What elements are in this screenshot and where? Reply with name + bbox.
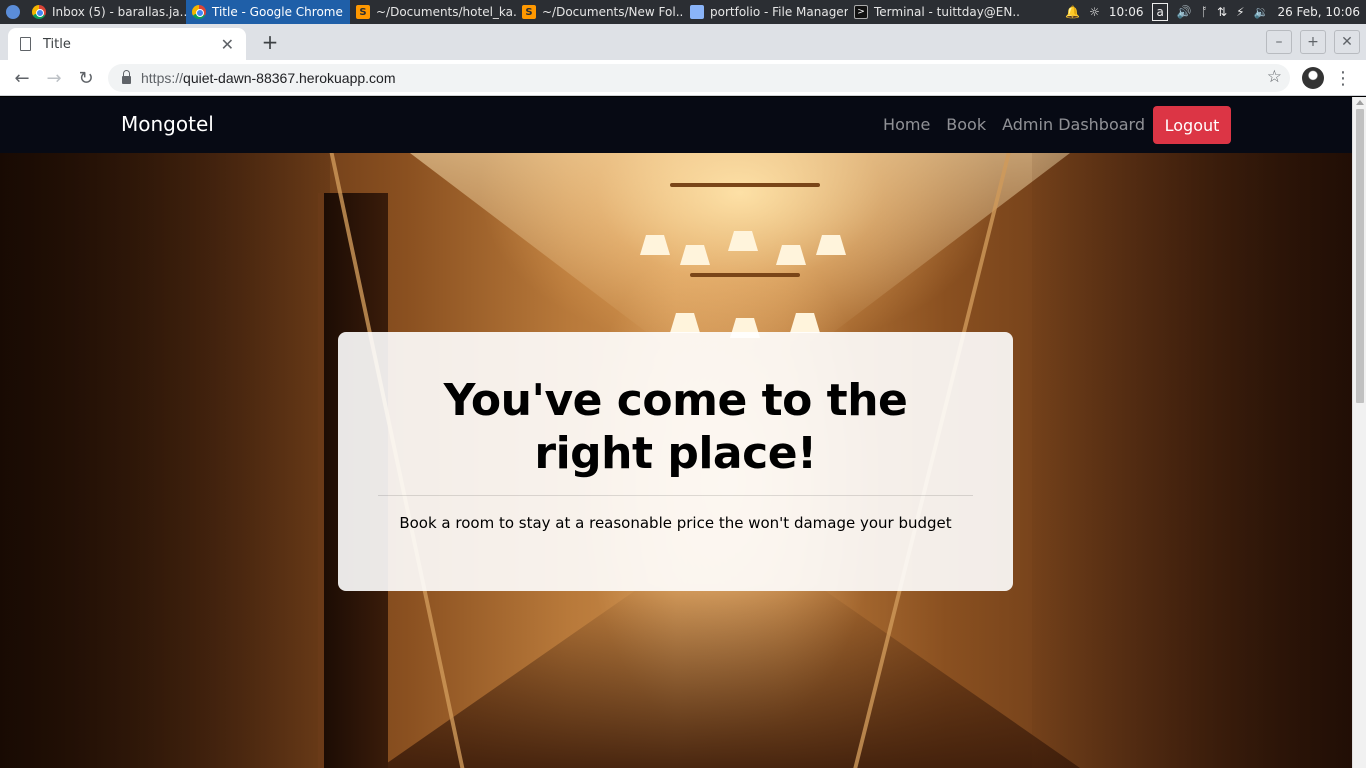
forward-button[interactable]: → (42, 66, 66, 90)
browser-tab-strip: Title ✕ + – + ✕ (0, 24, 1366, 60)
hero-section: You've come to the right place! Book a r… (0, 153, 1352, 768)
page-viewport: Mongotel Home Book Admin Dashboard Logou… (0, 97, 1352, 768)
site-brand[interactable]: Mongotel (121, 112, 214, 136)
hero-divider (378, 495, 973, 496)
volume-icon[interactable]: 🔊 (1177, 5, 1192, 19)
browser-menu-button[interactable]: ⋮ (1334, 66, 1352, 90)
system-tray: 🔔 ☼ 10:06 a 🔊 ᚩ ⇅ ⚡ 🔉 26 Feb, 10:06 (1065, 0, 1366, 24)
lamp-shade (670, 313, 700, 333)
folder-icon (690, 5, 704, 19)
page-scrollbar[interactable] (1352, 97, 1366, 768)
sublime-icon: S (522, 5, 536, 19)
close-window-button[interactable]: ✕ (1334, 30, 1360, 54)
bookmark-star-icon[interactable]: ☆ (1267, 67, 1282, 87)
hero-title: You've come to the right place! (443, 375, 908, 479)
taskbar-item-label: Inbox (5) - barallas.ja... (52, 5, 186, 19)
chandelier-arm (670, 183, 820, 187)
taskbar-item-file-manager[interactable]: portfolio - File Manager (684, 0, 848, 24)
lamp-shade (816, 235, 846, 255)
chandelier-arm (690, 273, 800, 277)
taskbar-item-label: Title - Google Chrome (212, 5, 343, 19)
notification-bell-icon[interactable]: 🔔 (1065, 5, 1080, 19)
chrome-icon (192, 5, 206, 19)
chandelier (640, 153, 850, 353)
close-tab-icon[interactable]: ✕ (221, 35, 234, 54)
taskbar-item-label: portfolio - File Manager (710, 5, 848, 19)
kebab-menu-icon: ⋮ (1334, 67, 1352, 89)
reload-icon: ↻ (78, 67, 94, 89)
nav-links: Home Book Admin Dashboard Logout (875, 105, 1231, 145)
hallway-right-wall (1032, 153, 1352, 768)
document-icon (20, 37, 31, 51)
taskbar-item-sublime-hotel[interactable]: S ~/Documents/hotel_ka... (350, 0, 516, 24)
taskbar-item-sublime-newfolder[interactable]: S ~/Documents/New Fol... (516, 0, 684, 24)
maximize-button[interactable]: + (1300, 30, 1326, 54)
url-host: quiet-dawn-88367.herokuapp.com (183, 70, 396, 86)
speaker-icon[interactable]: 🔉 (1254, 5, 1269, 19)
lock-icon[interactable] (122, 70, 131, 84)
minimize-button[interactable]: – (1266, 30, 1292, 54)
arrow-right-icon: → (46, 67, 62, 89)
lamp-shade (790, 313, 820, 333)
chrome-icon (32, 5, 46, 19)
back-button[interactable]: ← (10, 66, 34, 90)
hero-jumbotron: You've come to the right place! Book a r… (338, 332, 1013, 591)
app-menu-icon (6, 5, 20, 19)
sublime-icon: S (356, 5, 370, 19)
scroll-up-arrow-icon[interactable] (1356, 100, 1364, 105)
taskbar-item-inbox[interactable]: Inbox (5) - barallas.ja... (26, 0, 186, 24)
taskbar-item-terminal[interactable]: > Terminal - tuittday@EN... (848, 0, 1020, 24)
power-icon[interactable]: ⚡ (1236, 5, 1244, 19)
taskbar-item-label: ~/Documents/hotel_ka... (376, 5, 516, 19)
start-menu-button[interactable] (0, 0, 26, 24)
lamp-shade (728, 231, 758, 251)
taskbar-item-label: Terminal - tuittday@EN... (874, 5, 1020, 19)
clock[interactable]: 26 Feb, 10:06 (1277, 5, 1360, 19)
hero-lead-text: Book a room to stay at a reasonable pric… (399, 514, 952, 532)
hallway-left-wall (0, 153, 330, 768)
url-text: https://quiet-dawn-88367.herokuapp.com (141, 70, 396, 86)
arrow-left-icon: ← (14, 67, 30, 89)
browser-toolbar: ← → ↻ https://quiet-dawn-88367.herokuapp… (0, 60, 1366, 96)
new-tab-button[interactable]: + (258, 30, 282, 54)
terminal-icon: > (854, 5, 868, 19)
hallway-floor (380, 583, 1080, 768)
minimize-icon: – (1275, 34, 1283, 50)
bluetooth-icon[interactable]: ᚩ (1201, 5, 1208, 19)
os-taskbar: Inbox (5) - barallas.ja... Title - Googl… (0, 0, 1366, 24)
logout-button[interactable]: Logout (1153, 106, 1231, 144)
reload-button[interactable]: ↻ (74, 66, 98, 90)
nav-home-link[interactable]: Home (875, 105, 938, 145)
tray-time: 10:06 (1108, 5, 1144, 19)
lamp-shade (680, 245, 710, 265)
browser-tab[interactable]: Title ✕ (8, 28, 246, 60)
maximize-icon: + (1307, 34, 1319, 50)
profile-avatar[interactable] (1302, 67, 1324, 89)
lamp-shade (776, 245, 806, 265)
keyboard-layout-indicator[interactable]: a (1152, 3, 1168, 21)
brightness-icon[interactable]: ☼ (1089, 5, 1100, 19)
nav-book-link[interactable]: Book (938, 105, 994, 145)
site-navbar: Mongotel Home Book Admin Dashboard Logou… (0, 97, 1352, 153)
lamp-shade (640, 235, 670, 255)
address-bar[interactable]: https://quiet-dawn-88367.herokuapp.com ☆ (108, 64, 1290, 92)
tab-title: Title (43, 36, 71, 52)
close-icon: ✕ (1341, 34, 1353, 50)
taskbar-item-label: ~/Documents/New Fol... (542, 5, 684, 19)
nav-admin-dashboard-link[interactable]: Admin Dashboard (994, 105, 1153, 145)
taskbar-item-chrome[interactable]: Title - Google Chrome (186, 0, 350, 24)
scrollbar-thumb[interactable] (1356, 109, 1364, 403)
url-scheme: https:// (141, 70, 184, 86)
network-icon[interactable]: ⇅ (1217, 5, 1227, 19)
plus-icon: + (261, 30, 279, 54)
